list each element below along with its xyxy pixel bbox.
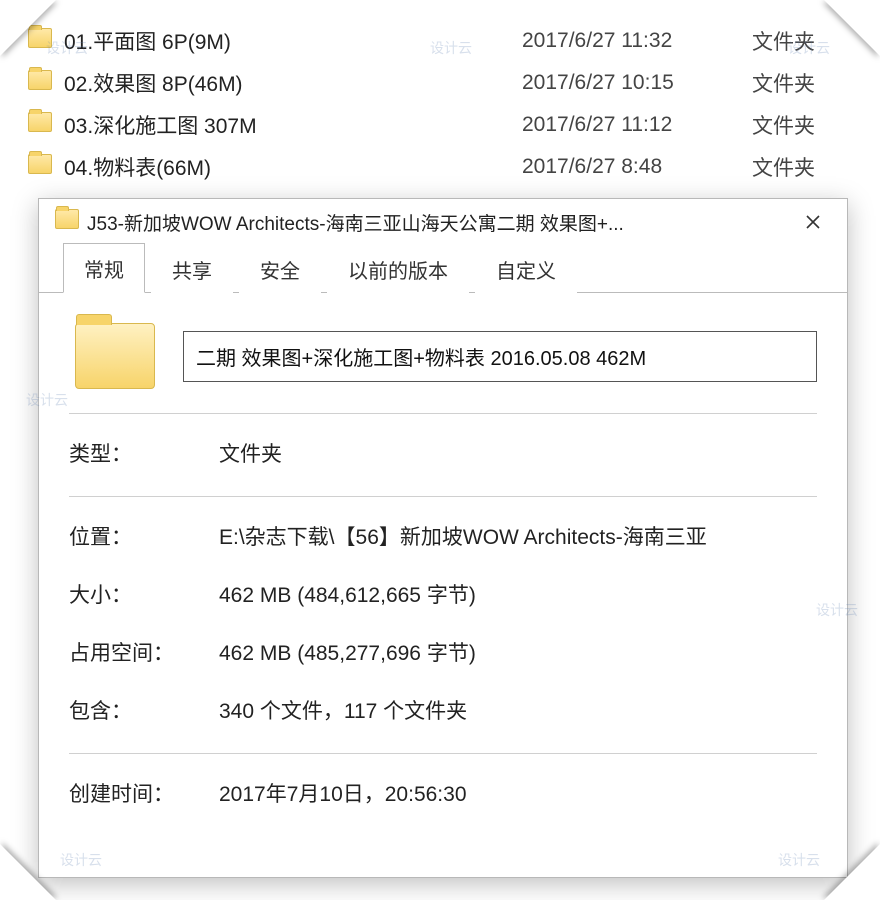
file-type: 文件夹	[752, 110, 852, 140]
close-button[interactable]	[791, 206, 835, 238]
prop-type: 类型： 文件夹	[69, 438, 817, 468]
file-type: 文件夹	[752, 152, 852, 182]
folder-icon	[28, 112, 58, 138]
file-date: 2017/6/27 8:48	[522, 155, 752, 179]
folder-icon	[28, 70, 58, 96]
value-location: E:\杂志下载\【56】新加坡WOW Architects-海南三亚	[219, 521, 817, 551]
label-location: 位置：	[69, 521, 219, 551]
file-row[interactable]: 01.平面图 6P(9M) 2017/6/27 11:32 文件夹	[28, 20, 852, 62]
tab-general[interactable]: 常规	[63, 243, 145, 293]
tab-security[interactable]: 安全	[239, 244, 321, 293]
file-type: 文件夹	[752, 68, 852, 98]
tab-custom[interactable]: 自定义	[475, 244, 577, 293]
prop-location: 位置： E:\杂志下载\【56】新加坡WOW Architects-海南三亚	[69, 521, 817, 551]
label-size-on-disk: 占用空间：	[69, 637, 219, 667]
divider	[69, 753, 817, 754]
prop-created: 创建时间： 2017年7月10日，20:56:30	[69, 778, 817, 808]
file-name: 02.效果图 8P(46M)	[58, 68, 522, 98]
dialog-title: J53-新加坡WOW Architects-海南三亚山海天公寓二期 效果图+..…	[79, 209, 791, 236]
file-date: 2017/6/27 11:32	[522, 29, 752, 53]
page-curl-icon	[824, 0, 880, 56]
prop-size-on-disk: 占用空间： 462 MB (485,277,696 字节)	[69, 637, 817, 667]
value-size: 462 MB (484,612,665 字节)	[219, 579, 817, 609]
label-size: 大小：	[69, 579, 219, 609]
folder-name-input[interactable]: 二期 效果图+深化施工图+物料表 2016.05.08 462M	[183, 331, 817, 382]
folder-large-icon	[75, 323, 155, 389]
value-type: 文件夹	[219, 438, 817, 468]
tab-previous[interactable]: 以前的版本	[327, 244, 469, 293]
value-size-on-disk: 462 MB (485,277,696 字节)	[219, 637, 817, 667]
properties-dialog: J53-新加坡WOW Architects-海南三亚山海天公寓二期 效果图+..…	[38, 198, 848, 878]
tab-strip: 常规 共享 安全 以前的版本 自定义	[39, 245, 847, 293]
file-row[interactable]: 04.物料表(66M) 2017/6/27 8:48 文件夹	[28, 146, 852, 188]
divider	[69, 413, 817, 414]
tab-share[interactable]: 共享	[151, 244, 233, 293]
file-row[interactable]: 02.效果图 8P(46M) 2017/6/27 10:15 文件夹	[28, 62, 852, 104]
prop-contains: 包含： 340 个文件，117 个文件夹	[69, 695, 817, 725]
label-type: 类型：	[69, 438, 219, 468]
folder-icon	[55, 209, 79, 235]
page-curl-icon	[824, 844, 880, 900]
file-date: 2017/6/27 11:12	[522, 113, 752, 137]
file-row[interactable]: 03.深化施工图 307M 2017/6/27 11:12 文件夹	[28, 104, 852, 146]
dialog-titlebar[interactable]: J53-新加坡WOW Architects-海南三亚山海天公寓二期 效果图+..…	[39, 199, 847, 245]
page-curl-icon	[0, 0, 56, 56]
value-created: 2017年7月10日，20:56:30	[219, 778, 817, 808]
file-name: 03.深化施工图 307M	[58, 110, 522, 140]
close-icon	[806, 215, 820, 229]
value-contains: 340 个文件，117 个文件夹	[219, 695, 817, 725]
label-created: 创建时间：	[69, 778, 219, 808]
prop-size: 大小： 462 MB (484,612,665 字节)	[69, 579, 817, 609]
file-list: 01.平面图 6P(9M) 2017/6/27 11:32 文件夹 02.效果图…	[28, 20, 852, 188]
divider	[69, 496, 817, 497]
file-name: 04.物料表(66M)	[58, 152, 522, 182]
file-date: 2017/6/27 10:15	[522, 71, 752, 95]
folder-icon	[28, 154, 58, 180]
label-contains: 包含：	[69, 695, 219, 725]
file-name: 01.平面图 6P(9M)	[58, 26, 522, 56]
page-curl-icon	[0, 844, 56, 900]
